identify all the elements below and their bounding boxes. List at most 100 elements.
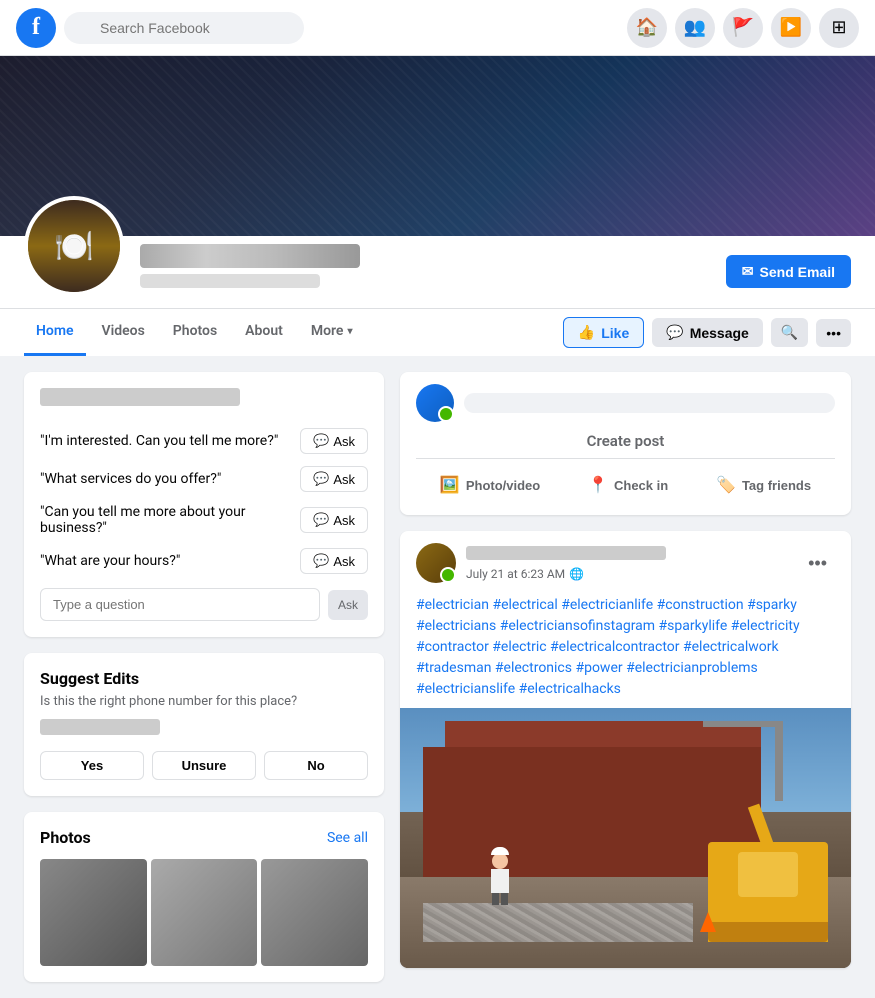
post-header: July 21 at 6:23 AM 🌐 •••: [400, 531, 851, 591]
profile-sub-blur: [140, 274, 320, 288]
avatar[interactable]: [24, 196, 124, 296]
send-email-button[interactable]: ✉ Send Email: [726, 255, 851, 288]
ask-row-3: "Can you tell me more about your busines…: [40, 498, 368, 542]
crane-arm: [703, 721, 783, 727]
more-options-button[interactable]: •••: [816, 319, 851, 347]
tab-more[interactable]: More ▾: [299, 309, 365, 356]
suggest-no-button[interactable]: No: [264, 751, 368, 780]
facebook-logo[interactable]: f: [16, 8, 56, 48]
messenger-icon: 💬: [666, 324, 683, 341]
tabs-left: Home Videos Photos About More ▾: [24, 309, 559, 356]
ask-title-blur: [40, 388, 240, 406]
create-post-fake-input[interactable]: [464, 393, 835, 413]
message-button[interactable]: 💬 Message: [652, 318, 763, 347]
cover-photo: [0, 56, 875, 236]
phone-number-blur: [40, 719, 160, 735]
ask-button-2[interactable]: 💬 Ask: [300, 466, 368, 492]
machinery-base: [708, 922, 828, 942]
scene-machinery: [708, 842, 828, 942]
post-tags: #electrician #electrical #electricianlif…: [400, 591, 851, 708]
photo-thumb-1[interactable]: [40, 859, 147, 966]
ask-card-title: [40, 388, 368, 410]
photos-title: Photos: [40, 828, 91, 847]
video-nav-icon[interactable]: ▶️: [771, 8, 811, 48]
messenger-small-icon-2: 💬: [313, 471, 329, 487]
tab-home[interactable]: Home: [24, 309, 86, 356]
ask-button-4[interactable]: 💬 Ask: [300, 548, 368, 574]
crane-top: [775, 721, 783, 801]
ask-question-1: "I'm interested. Can you tell me more?": [40, 433, 278, 449]
head: [492, 853, 508, 869]
profile-actions: ✉ Send Email: [726, 255, 851, 296]
top-navigation: f 🔍 🏠 👥 🚩 ▶️ ⊞: [0, 0, 875, 56]
check-in-button[interactable]: 📍 Check in: [576, 467, 680, 503]
machinery-cab: [738, 852, 798, 897]
post-avatar: [416, 543, 456, 583]
suggest-edits-card: Suggest Edits Is this the right phone nu…: [24, 653, 384, 796]
suggest-subtitle: Is this the right phone number for this …: [40, 694, 368, 709]
flag-nav-icon[interactable]: 🚩: [723, 8, 763, 48]
ask-input-row: Ask: [40, 588, 368, 621]
post-meta: July 21 at 6:23 AM 🌐: [466, 546, 790, 581]
suggest-yes-button[interactable]: Yes: [40, 751, 144, 780]
main-content: "I'm interested. Can you tell me more?" …: [0, 356, 875, 998]
search-page-button[interactable]: 🔍: [771, 318, 808, 347]
legs: [490, 893, 510, 905]
post-more-button[interactable]: •••: [800, 549, 835, 578]
home-nav-icon[interactable]: 🏠: [627, 8, 667, 48]
thumbs-up-icon: 👍: [578, 324, 595, 341]
ask-row-1: "I'm interested. Can you tell me more?" …: [40, 422, 368, 460]
helmet: [491, 847, 509, 855]
ask-question-2: "What services do you offer?": [40, 471, 221, 487]
ask-row-4: "What are your hours?" 💬 Ask: [40, 542, 368, 580]
create-post-label: Create post: [416, 432, 835, 459]
photo-video-button[interactable]: 🖼️ Photo/video: [428, 467, 552, 503]
body: [491, 869, 509, 893]
post-card: July 21 at 6:23 AM 🌐 ••• #electrician #e…: [400, 531, 851, 968]
tab-about[interactable]: About: [233, 309, 295, 356]
ask-question-input[interactable]: [40, 588, 320, 621]
scene-debris: [423, 903, 694, 942]
friends-nav-icon[interactable]: 👥: [675, 8, 715, 48]
post-image[interactable]: [400, 708, 851, 968]
cover-decoration: [0, 56, 875, 236]
globe-icon: 🌐: [569, 567, 584, 581]
create-post-top: [416, 384, 835, 422]
right-leg: [501, 893, 508, 905]
messenger-small-icon: 💬: [313, 433, 329, 449]
messenger-small-icon-3: 💬: [313, 512, 329, 528]
left-column: "I'm interested. Can you tell me more?" …: [24, 372, 384, 982]
tab-photos[interactable]: Photos: [161, 309, 229, 356]
menu-nav-icon[interactable]: ⊞: [819, 8, 859, 48]
ask-button-3[interactable]: 💬 Ask: [300, 507, 368, 533]
check-in-icon: 📍: [588, 475, 608, 495]
messenger-small-icon-4: 💬: [313, 553, 329, 569]
like-button[interactable]: 👍 Like: [563, 317, 644, 348]
ask-row-2: "What services do you offer?" 💬 Ask: [40, 460, 368, 498]
search-input[interactable]: [64, 12, 304, 44]
photo-thumb-3[interactable]: [261, 859, 368, 966]
suggest-unsure-button[interactable]: Unsure: [152, 751, 256, 780]
ask-question-4: "What are your hours?": [40, 553, 180, 569]
photo-thumb-2[interactable]: [151, 859, 258, 966]
tag-friends-button[interactable]: 🏷️ Tag friends: [704, 467, 823, 503]
ask-question-3: "Can you tell me more about your busines…: [40, 504, 300, 536]
traffic-cone: [700, 912, 716, 932]
photos-grid: [40, 859, 368, 966]
profile-subtitle: [140, 274, 710, 292]
tab-videos[interactable]: Videos: [90, 309, 157, 356]
avatar-image: [28, 200, 120, 292]
see-all-photos-link[interactable]: See all: [327, 830, 368, 846]
user-avatar-small: [416, 384, 454, 422]
post-image-scene: [400, 708, 851, 968]
tag-friends-icon: 🏷️: [716, 475, 736, 495]
profile-avatar-wrap: [24, 196, 124, 296]
left-leg: [492, 893, 499, 905]
profile-info: [140, 244, 710, 296]
search-wrapper: 🔍: [64, 12, 304, 44]
ask-submit-button[interactable]: Ask: [328, 590, 368, 620]
ask-button-1[interactable]: 💬 Ask: [300, 428, 368, 454]
page-tabs: Home Videos Photos About More ▾ 👍 Like 💬…: [0, 308, 875, 356]
nav-icon-group: 🏠 👥 🚩 ▶️ ⊞: [627, 8, 859, 48]
profile-name: [140, 244, 360, 268]
